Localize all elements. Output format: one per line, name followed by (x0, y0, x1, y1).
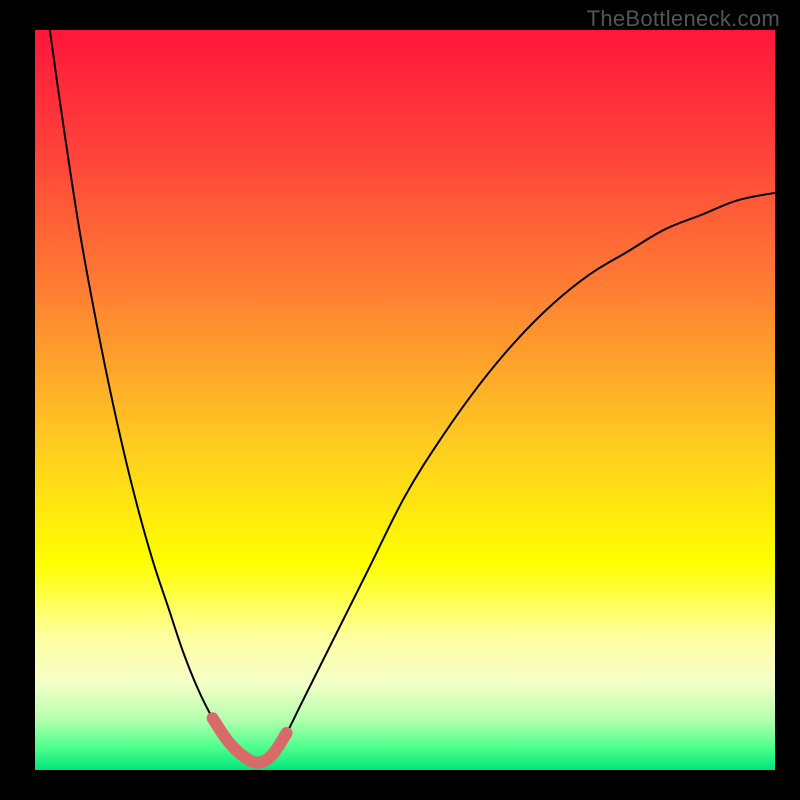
plot-background (35, 30, 775, 770)
chart-root: TheBottleneck.com (0, 0, 800, 800)
chart-svg (0, 0, 800, 800)
watermark-text: TheBottleneck.com (587, 6, 780, 32)
